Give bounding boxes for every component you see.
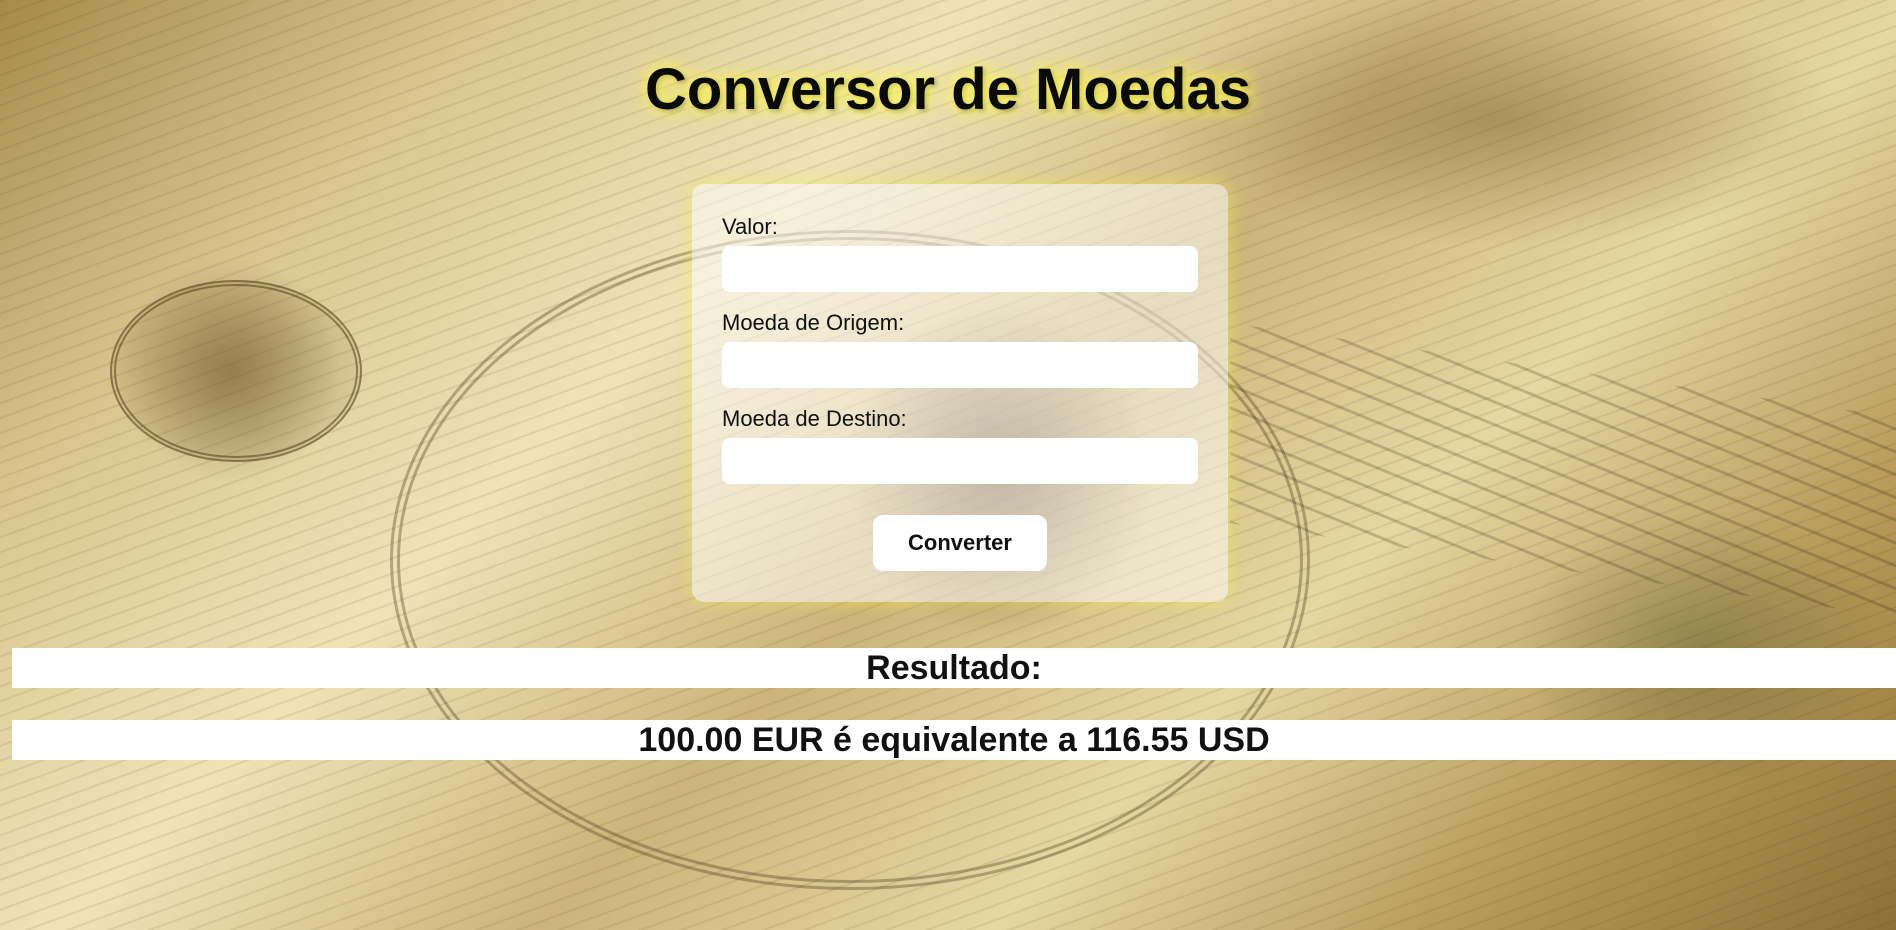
amount-input[interactable] (722, 246, 1198, 292)
result-text: 100.00 EUR é equivalente a 116.55 USD (12, 720, 1896, 760)
target-currency-label: Moeda de Destino: (722, 406, 907, 431)
result-heading: Resultado: (12, 648, 1896, 688)
source-currency-input[interactable] (722, 342, 1198, 388)
converter-form: Valor: Moeda de Origem: Moeda de Destino… (692, 184, 1228, 602)
target-currency-input[interactable] (722, 438, 1198, 484)
amount-label: Valor: (722, 214, 778, 239)
banknote-lettering-decoration (1230, 323, 1896, 617)
page-title: Conversor de Moedas (645, 57, 1251, 122)
convert-button[interactable]: Converter (873, 515, 1047, 571)
treasury-seal-decoration (110, 280, 362, 462)
source-currency-label: Moeda de Origem: (722, 310, 905, 335)
